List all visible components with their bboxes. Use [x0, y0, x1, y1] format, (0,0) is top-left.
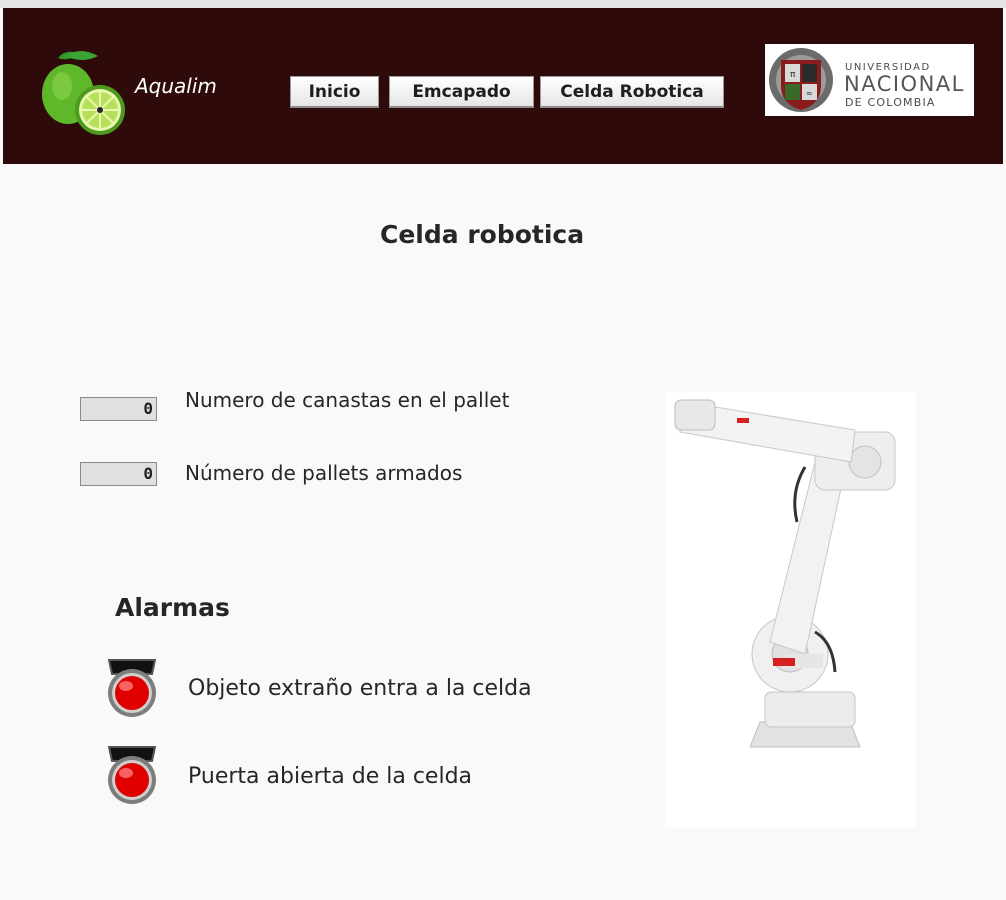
- alarm-door-open-label: Puerta abierta de la celda: [188, 764, 473, 789]
- lime-logo-icon: [42, 51, 125, 135]
- nav-celda-robotica-button[interactable]: Celda Robotica: [540, 76, 724, 108]
- header-bar: Aqualim Inicio Emcapado Celda Robotica π…: [3, 8, 1003, 164]
- university-logo: π ≈ UNIVERSIDAD NACIONAL DE COLOMBIA: [765, 44, 974, 116]
- svg-text:≈: ≈: [806, 89, 813, 98]
- university-logo-line3: DE COLOMBIA: [845, 96, 936, 109]
- svg-text:π: π: [790, 70, 796, 80]
- alarm-door-open-light-icon: [107, 746, 157, 804]
- nav-emcapado-button[interactable]: Emcapado: [389, 76, 534, 108]
- app-brand-name: Aqualim: [135, 74, 217, 98]
- alarm-foreign-object-label: Objeto extraño entra a la celda: [188, 676, 532, 701]
- pallet-count-label: Número de pallets armados: [185, 461, 463, 485]
- pallet-count-display: 0: [80, 462, 157, 486]
- university-shield-icon: π ≈: [769, 48, 833, 112]
- nav-inicio-button[interactable]: Inicio: [290, 76, 379, 108]
- page-title: Celda robotica: [380, 220, 585, 249]
- basket-count-label: Numero de canastas en el pallet: [185, 388, 510, 412]
- basket-count-display: 0: [80, 397, 157, 421]
- window-top-strip: [0, 0, 1006, 8]
- alarm-foreign-object-light-icon: [107, 659, 157, 717]
- alarms-heading: Alarmas: [115, 593, 230, 622]
- robot-image-panel: [665, 392, 916, 827]
- industrial-robot-arm-image: [674, 399, 896, 748]
- university-logo-line2: NACIONAL: [844, 72, 965, 96]
